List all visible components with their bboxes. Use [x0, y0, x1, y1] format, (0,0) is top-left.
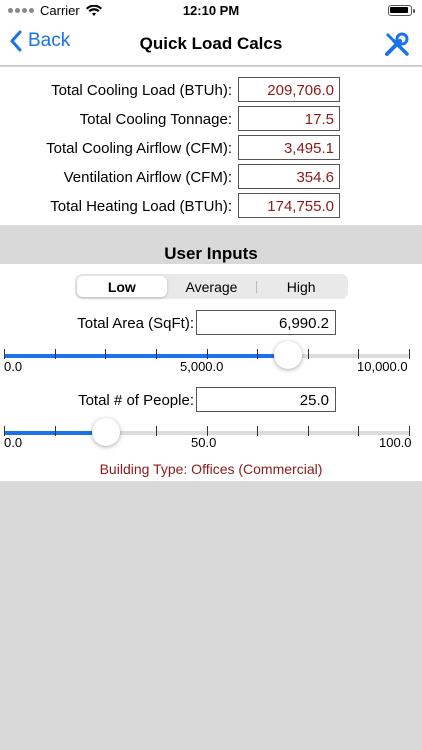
- result-label: Total Cooling Tonnage:: [79, 111, 232, 128]
- result-row-cooling-tonnage: Total Cooling Tonnage: 17.5: [0, 106, 422, 132]
- slider-tick: [4, 349, 5, 359]
- area-input[interactable]: 6,990.2: [196, 310, 336, 335]
- result-label: Total Heating Load (BTUh):: [50, 198, 232, 215]
- user-inputs-panel: User Inputs Low Average High Total Area …: [0, 239, 422, 481]
- slider-max-label: 10,000.0: [357, 359, 408, 374]
- slider-max-label: 100.0: [379, 435, 412, 450]
- slider-min-label: 0.0: [4, 435, 23, 450]
- slider-mid-label: 50.0: [191, 435, 217, 450]
- tools-button[interactable]: [382, 29, 412, 59]
- people-row: Total # of People: 25.0: [0, 387, 422, 413]
- tools-icon: [385, 32, 409, 56]
- result-row-cooling-airflow: Total Cooling Airflow (CFM): 3,495.1: [0, 135, 422, 161]
- slider-mid-label: 5,000.0: [180, 359, 224, 374]
- status-bar: Carrier 12:10 PM: [0, 0, 422, 22]
- segment-high[interactable]: High: [256, 276, 346, 297]
- result-label: Total Cooling Load (BTUh):: [51, 82, 232, 99]
- people-label: Total # of People:: [78, 392, 194, 409]
- result-label: Ventilation Airflow (CFM):: [63, 169, 232, 186]
- slider-min-label: 0.0: [4, 359, 23, 374]
- clock: 12:10 PM: [182, 3, 240, 18]
- load-level-segmented-control: Low Average High: [75, 274, 348, 299]
- slider-tick: [156, 349, 157, 359]
- result-value: 174,755.0: [238, 193, 340, 218]
- result-value: 17.5: [238, 106, 340, 131]
- page-title: Quick Load Calcs: [139, 34, 283, 53]
- slider-fill: [4, 354, 288, 358]
- slider-tick: [257, 349, 258, 359]
- battery-full-icon: [388, 5, 415, 16]
- people-slider-labels: 0.0 50.0 100.0: [0, 435, 422, 451]
- people-input[interactable]: 25.0: [196, 387, 336, 412]
- section-divider: [0, 225, 422, 239]
- result-label: Total Cooling Airflow (CFM):: [46, 140, 232, 157]
- segment-low[interactable]: Low: [77, 276, 167, 297]
- area-row: Total Area (SqFt): 6,990.2: [0, 310, 422, 336]
- area-slider-labels: 0.0 5,000.0 10,000.0: [0, 359, 422, 375]
- slider-tick: [308, 349, 309, 359]
- result-row-cooling-load: Total Cooling Load (BTUh): 209,706.0: [0, 77, 422, 103]
- slider-tick: [207, 349, 208, 359]
- result-row-heating-load: Total Heating Load (BTUh): 174,755.0: [0, 193, 422, 219]
- result-row-ventilation-airflow: Ventilation Airflow (CFM): 354.6: [0, 164, 422, 190]
- slider-tick: [105, 349, 106, 359]
- results-panel: Total Cooling Load (BTUh): 209,706.0 Tot…: [0, 67, 422, 225]
- navigation-bar: Back Quick Load Calcs: [0, 22, 422, 66]
- segment-average[interactable]: Average: [167, 276, 257, 297]
- building-type-label: Building Type: Offices (Commercial): [99, 461, 323, 477]
- slider-tick: [55, 349, 56, 359]
- result-value: 3,495.1: [238, 135, 340, 160]
- area-label: Total Area (SqFt):: [77, 315, 194, 332]
- result-value: 209,706.0: [238, 77, 340, 102]
- section-header: User Inputs: [0, 239, 422, 264]
- slider-tick: [358, 349, 359, 359]
- result-value: 354.6: [238, 164, 340, 189]
- slider-tick: [409, 349, 410, 359]
